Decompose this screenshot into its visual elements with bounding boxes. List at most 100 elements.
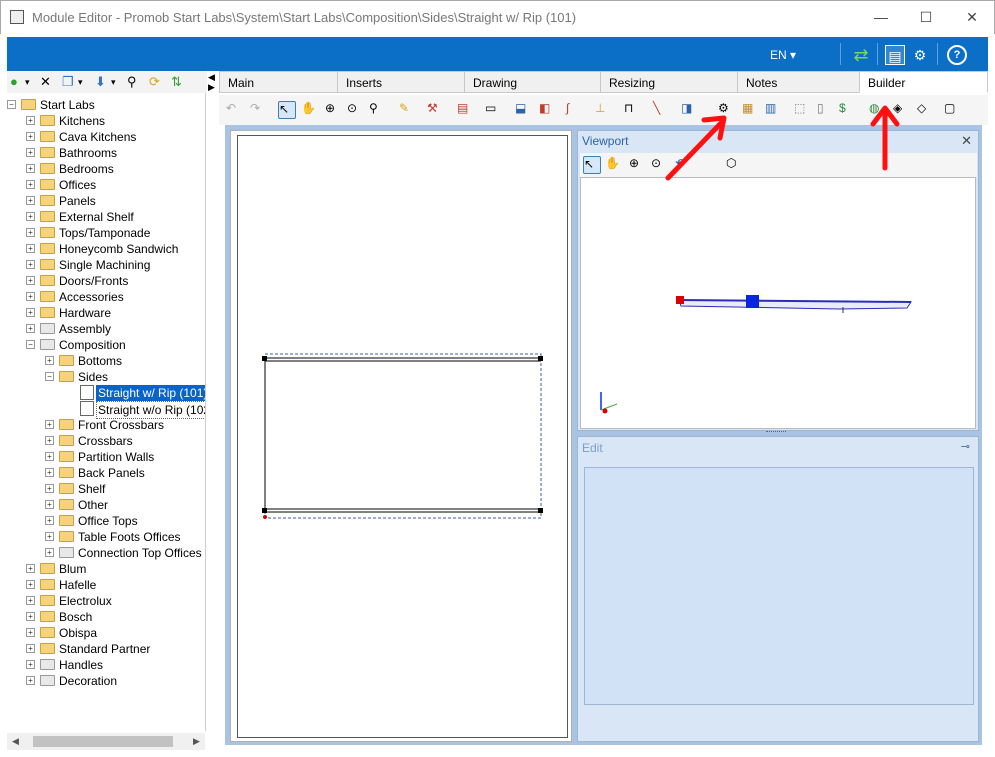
expand-icon[interactable]: +: [45, 532, 54, 541]
tree-label: Bottoms: [78, 354, 123, 368]
settings-icon[interactable]: ⚙: [910, 45, 930, 65]
expand-icon[interactable]: +: [26, 180, 35, 189]
expand-icon[interactable]: +: [26, 660, 35, 669]
expand-icon[interactable]: +: [45, 356, 54, 365]
edit-properties-area[interactable]: [584, 467, 974, 705]
expand-icon[interactable]: +: [26, 644, 35, 653]
zoom-in-icon[interactable]: ⊕: [325, 101, 343, 119]
expand-icon[interactable]: +: [26, 324, 35, 333]
tab-main[interactable]: Main: [219, 71, 338, 93]
expand-icon[interactable]: +: [45, 548, 54, 557]
expand-icon[interactable]: +: [26, 196, 35, 205]
redo-icon[interactable]: ↷: [250, 101, 268, 119]
scroll-left-icon[interactable]: ◀: [12, 736, 19, 747]
expand-icon[interactable]: +: [26, 308, 35, 317]
tab-builder[interactable]: Builder: [859, 71, 988, 93]
expand-icon[interactable]: +: [26, 212, 35, 221]
delete-icon[interactable]: ✕: [40, 74, 51, 90]
zoom-extents-icon[interactable]: ⊙: [347, 101, 365, 119]
chevron-down-icon[interactable]: ▾: [111, 77, 116, 88]
select-pointer-icon[interactable]: ↖: [583, 156, 601, 174]
panel-splitter[interactable]: ◀ ▶: [207, 71, 219, 93]
tab-notes[interactable]: Notes: [737, 71, 860, 93]
expand-icon[interactable]: +: [45, 500, 54, 509]
expand-icon[interactable]: +: [26, 612, 35, 621]
expand-icon[interactable]: +: [45, 516, 54, 525]
tree-label: Standard Partner: [59, 642, 151, 656]
collapse-icon[interactable]: −: [45, 372, 54, 381]
viewport-close-icon[interactable]: ✕: [961, 131, 972, 151]
close-button[interactable]: ✕: [949, 4, 995, 30]
pin-icon[interactable]: ⊸: [961, 440, 970, 453]
panel-resize-grip[interactable]: [766, 431, 786, 435]
maximize-button[interactable]: ☐: [903, 4, 949, 30]
folder-icon: [40, 115, 55, 126]
expand-icon[interactable]: +: [45, 484, 54, 493]
expand-icon[interactable]: +: [26, 148, 35, 157]
tree-sync-icon[interactable]: ⇅: [171, 74, 182, 90]
box-3d-icon[interactable]: ⬚: [794, 101, 812, 119]
help-icon[interactable]: ?: [947, 45, 967, 65]
tab-drawing[interactable]: Drawing: [464, 71, 601, 93]
expand-icon[interactable]: +: [26, 580, 35, 589]
collapse-icon[interactable]: −: [7, 100, 16, 109]
select-pointer-icon[interactable]: ↖: [278, 101, 296, 119]
expand-icon[interactable]: +: [45, 420, 54, 429]
expand-icon[interactable]: +: [26, 164, 35, 173]
window-options-icon[interactable]: ▢: [944, 101, 962, 119]
panel-tool-icon[interactable]: ▤: [457, 101, 475, 119]
find-icon[interactable]: ⚲: [127, 74, 137, 90]
curve-tool-icon[interactable]: ∫: [566, 101, 584, 119]
expand-icon[interactable]: +: [26, 292, 35, 301]
tree-horizontal-scrollbar[interactable]: ◀ ▶: [7, 733, 205, 750]
expand-icon[interactable]: +: [26, 596, 35, 605]
drawing-canvas[interactable]: [230, 130, 572, 742]
copy-icon[interactable]: ❐: [62, 74, 74, 90]
expand-icon[interactable]: +: [45, 452, 54, 461]
new-note-icon[interactable]: ✎: [399, 101, 417, 119]
zoom-in-icon[interactable]: ⊕: [629, 156, 647, 174]
refresh-icon[interactable]: ⇄: [851, 45, 871, 65]
expand-icon[interactable]: +: [26, 244, 35, 253]
zoom-window-icon[interactable]: ⚲: [369, 101, 387, 119]
align-tool-icon[interactable]: ⊥: [595, 101, 613, 119]
frame-tool-icon[interactable]: ▭: [485, 101, 503, 119]
columns-icon[interactable]: ▥: [765, 101, 783, 119]
expand-icon[interactable]: +: [26, 276, 35, 285]
expand-icon[interactable]: +: [26, 676, 35, 685]
drill-tool-icon[interactable]: ⚒: [427, 101, 445, 119]
price-icon[interactable]: $: [839, 101, 857, 119]
undo-icon[interactable]: ↶: [226, 101, 244, 119]
back-icon[interactable]: ●: [10, 74, 18, 89]
scroll-thumb[interactable]: [33, 736, 173, 747]
import-icon[interactable]: ⬇: [95, 74, 106, 90]
language-dropdown[interactable]: EN ▾: [770, 48, 796, 62]
expand-icon[interactable]: +: [26, 628, 35, 637]
expand-icon[interactable]: +: [45, 436, 54, 445]
expand-icon[interactable]: +: [26, 132, 35, 141]
panel-layout-icon[interactable]: ▤: [885, 45, 905, 65]
folder-refresh-icon[interactable]: ⟳: [149, 74, 160, 90]
chevron-down-icon[interactable]: ▾: [25, 77, 30, 88]
expand-icon[interactable]: +: [45, 468, 54, 477]
dimension-tool-icon[interactable]: ⊓: [624, 101, 642, 119]
pan-hand-icon[interactable]: ✋: [301, 101, 319, 119]
collapse-icon[interactable]: −: [26, 340, 35, 349]
expand-icon[interactable]: +: [26, 260, 35, 269]
pan-hand-icon[interactable]: ✋: [605, 156, 623, 174]
expand-icon[interactable]: +: [26, 228, 35, 237]
expand-right-icon[interactable]: ▶: [208, 82, 215, 93]
eraser-icon[interactable]: ◇: [917, 101, 935, 119]
tab-inserts[interactable]: Inserts: [337, 71, 465, 93]
expand-icon[interactable]: +: [26, 116, 35, 125]
viewport-3d-canvas[interactable]: [580, 177, 976, 429]
folder-icon: [40, 563, 55, 574]
tab-resizing[interactable]: Resizing: [600, 71, 738, 93]
insert-tool-icon[interactable]: ⬓: [515, 101, 533, 119]
scroll-right-icon[interactable]: ▶: [193, 736, 200, 747]
chart-tool-icon[interactable]: ◧: [539, 101, 557, 119]
expand-icon[interactable]: +: [26, 564, 35, 573]
minimize-button[interactable]: —: [858, 4, 904, 30]
chevron-down-icon[interactable]: ▾: [78, 77, 83, 88]
cabinet-icon[interactable]: ▯: [817, 101, 835, 119]
